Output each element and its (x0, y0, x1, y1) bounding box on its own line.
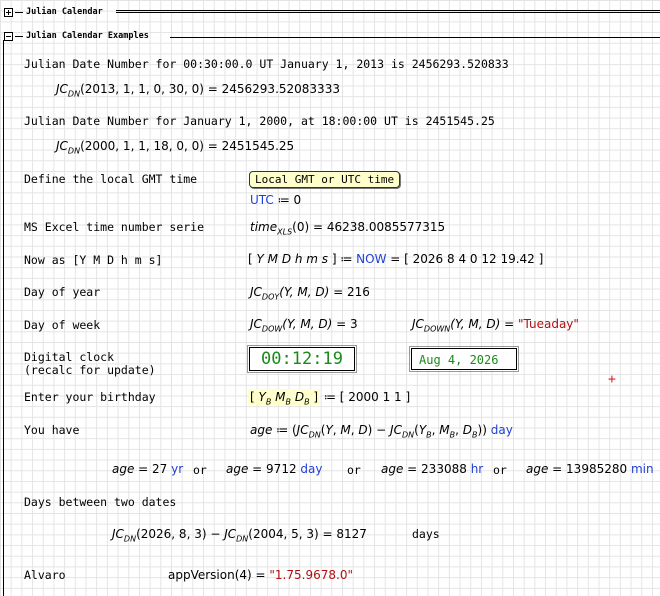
collapse-icon[interactable] (4, 31, 13, 41)
region-line-icon (15, 11, 23, 13)
clock-label: Digital clock (24, 350, 115, 364)
region-title: Julian Calendar Examples (26, 31, 149, 41)
age-years[interactable]: age = 27 yr (112, 462, 183, 476)
jd2-math[interactable]: JCDN(2000, 1, 1, 18, 0, 0) = 2451545.25 (56, 139, 294, 155)
between-unit: days (412, 527, 440, 541)
region-rule (116, 10, 660, 13)
local-gmt-button[interactable]: Local GMT or UTC time (249, 171, 401, 188)
utc-definition[interactable]: UTC ≔ 0 (250, 193, 301, 207)
jd1-text: Julian Date Number for 00:30:00.0 UT Jan… (24, 57, 509, 71)
down-math[interactable]: JCDOWN(Y, M, D) = "Tueaday" (412, 317, 579, 333)
between-math[interactable]: JCDN(2026, 8, 3) − JCDN(2004, 5, 3) = 81… (112, 527, 367, 543)
now-math[interactable]: [ Y M D h m s ] ≔ NOW = [ 2026 8 4 0 12 … (248, 252, 543, 266)
excel-label: MS Excel time number serie (24, 220, 205, 234)
birthday-math[interactable]: [ YB MB DB ] ≔ [ 2000 1 1 ] (248, 389, 410, 406)
region-line-icon (15, 35, 23, 37)
between-label: Days between two dates (24, 495, 177, 509)
excel-math[interactable]: timeXLS(0) = 46238.0085577315 (250, 220, 445, 236)
jd1-math[interactable]: JCDN(2013, 1, 1, 0, 30, 0) = 2456293.520… (56, 82, 340, 98)
or-text: or (193, 463, 207, 477)
digital-clock-date: Aug 4, 2026 (409, 346, 519, 372)
birthday-label: Enter your birthday (24, 390, 156, 404)
you-have-label: You have (24, 423, 80, 437)
doy-label: Day of year (24, 285, 101, 299)
doy-math[interactable]: JCDOY(Y, M, D) = 216 (250, 285, 370, 301)
age-hours[interactable]: age = 233088 hr (381, 462, 483, 476)
age-days[interactable]: age = 9712 day (226, 462, 323, 476)
expand-icon[interactable] (4, 7, 13, 17)
region-bracket (3, 40, 4, 596)
age-minutes[interactable]: age = 13985280 min (526, 462, 654, 476)
gmt-label: Define the local GMT time (24, 172, 198, 186)
jd2-text: Julian Date Number for January 1, 2000, … (24, 114, 495, 128)
author-label: Alvaro (24, 568, 66, 582)
region-header-examples[interactable]: Julian Calendar Examples (4, 31, 149, 41)
version-math[interactable]: appVersion(4) = "1.75.9678.0" (168, 568, 353, 582)
or-text: or (493, 463, 507, 477)
region-header-julian-calendar[interactable]: Julian Calendar (4, 7, 103, 17)
clock-sublabel: (recalc for update) (24, 363, 156, 377)
region-rule (170, 37, 660, 38)
or-text: or (347, 463, 361, 477)
digital-clock-time: 00:12:19 (247, 345, 357, 373)
crosshair-cursor-icon: + (608, 372, 616, 387)
dow-label: Day of week (24, 318, 101, 332)
now-label: Now as [Y M D h m s] (24, 253, 163, 267)
region-title: Julian Calendar (26, 7, 103, 17)
age-definition[interactable]: age ≔ (JCDN(Y, M, D) − JCDN(YB, MB, DB))… (250, 423, 513, 439)
dow-math[interactable]: JCDOW(Y, M, D) = 3 (250, 317, 358, 333)
